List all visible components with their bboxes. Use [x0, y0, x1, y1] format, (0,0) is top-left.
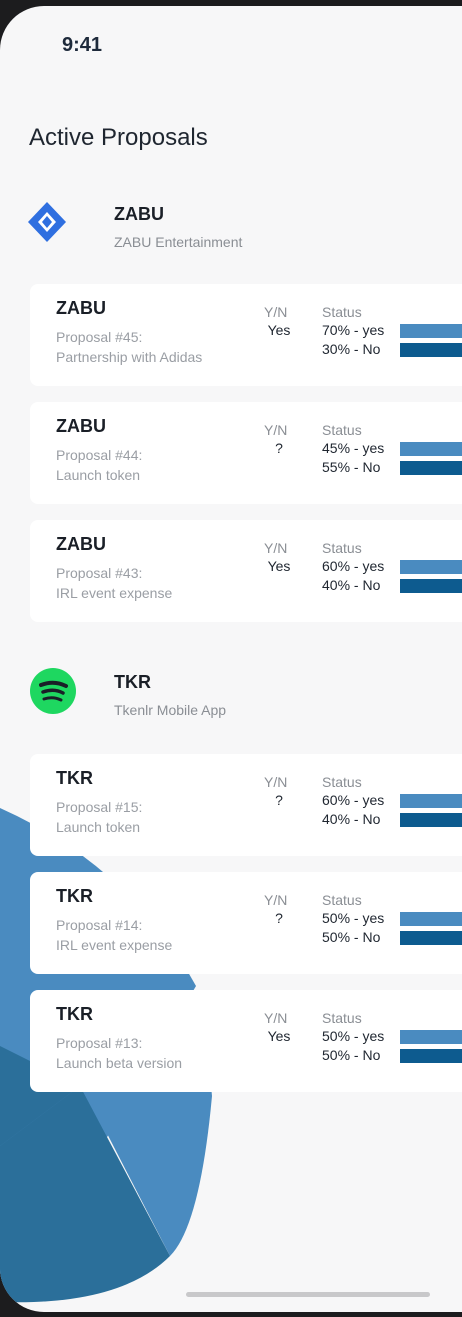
yes-bar — [400, 1030, 462, 1044]
proposal-card[interactable]: TKR Proposal #13: Launch beta version Y/… — [30, 990, 462, 1092]
app-screen: 9:41 Active Proposals ZABU ZABU Entertai… — [0, 6, 462, 1312]
vote-value: ? — [275, 792, 283, 808]
proposal-description: IRL event expense — [56, 937, 173, 953]
proposal-title: ZABU — [56, 534, 106, 554]
yes-percentage: 50% - yes — [322, 1028, 385, 1044]
proposal-card[interactable]: ZABU Proposal #44: Launch token Y/N ? St… — [30, 402, 462, 504]
yes-bar — [400, 442, 462, 456]
proposal-description: Partnership with Adidas — [56, 349, 203, 365]
no-bar — [400, 343, 462, 357]
group-header-tkr[interactable]: TKR Tkenlr Mobile App — [0, 662, 462, 726]
proposal-number: Proposal #15: — [56, 799, 143, 815]
proposal-title: TKR — [56, 886, 93, 906]
group-name: TKR — [114, 672, 151, 692]
status-bar-time: 9:41 — [62, 34, 103, 56]
status-column-header: Status — [322, 774, 362, 790]
vote-value: ? — [275, 440, 283, 456]
proposal-number: Proposal #43: — [56, 565, 143, 581]
vote-column-header: Y/N — [264, 422, 288, 438]
proposal-card[interactable]: ZABU Proposal #45: Partnership with Adid… — [30, 284, 462, 386]
no-bar — [400, 931, 462, 945]
vote-value: ? — [275, 910, 283, 926]
vote-column-header: Y/N — [264, 540, 288, 556]
no-percentage: 40% - No — [322, 811, 381, 827]
status-column-header: Status — [322, 304, 362, 320]
yes-bar — [400, 912, 462, 926]
yes-percentage: 50% - yes — [322, 910, 385, 926]
no-bar — [400, 579, 462, 593]
page-title: Active Proposals — [29, 124, 208, 151]
proposal-description: IRL event expense — [56, 585, 173, 601]
vote-value: Yes — [267, 558, 291, 574]
proposal-number: Proposal #13: — [56, 1035, 143, 1051]
no-bar — [400, 813, 462, 827]
no-percentage: 50% - No — [322, 1047, 381, 1063]
proposal-title: TKR — [56, 768, 93, 788]
no-percentage: 30% - No — [322, 341, 381, 357]
yes-bar — [400, 324, 462, 338]
vote-value: Yes — [267, 322, 291, 338]
vote-column-header: Y/N — [264, 304, 288, 320]
proposal-card[interactable]: ZABU Proposal #43: IRL event expense Y/N… — [30, 520, 462, 622]
home-indicator[interactable] — [186, 1292, 430, 1297]
no-percentage: 55% - No — [322, 459, 381, 475]
yes-percentage: 60% - yes — [322, 792, 385, 808]
group-subtitle: Tkenlr Mobile App — [114, 702, 227, 718]
yes-bar — [400, 794, 462, 808]
proposal-card[interactable]: TKR Proposal #14: IRL event expense Y/N … — [30, 872, 462, 974]
no-percentage: 50% - No — [322, 929, 381, 945]
yes-percentage: 60% - yes — [322, 558, 385, 574]
vote-column-header: Y/N — [264, 892, 288, 908]
proposal-number: Proposal #45: — [56, 329, 143, 345]
proposal-title: TKR — [56, 1004, 93, 1024]
spotify-logo-icon — [30, 668, 76, 714]
vote-value: Yes — [267, 1028, 291, 1044]
no-bar — [400, 461, 462, 475]
proposal-card[interactable]: TKR Proposal #15: Launch token Y/N ? Sta… — [30, 754, 462, 856]
status-column-header: Status — [322, 1010, 362, 1026]
no-bar — [400, 1049, 462, 1063]
proposal-title: ZABU — [56, 416, 106, 436]
group-name: ZABU — [114, 204, 164, 224]
yes-percentage: 45% - yes — [322, 440, 385, 456]
proposal-number: Proposal #44: — [56, 447, 143, 463]
proposal-description: Launch token — [56, 467, 141, 483]
proposal-description: Launch beta version — [56, 1055, 183, 1071]
proposal-description: Launch token — [56, 819, 141, 835]
status-column-header: Status — [322, 540, 362, 556]
no-percentage: 40% - No — [322, 577, 381, 593]
zabu-diamond-logo-icon — [28, 202, 66, 242]
yes-percentage: 70% - yes — [322, 322, 385, 338]
vote-column-header: Y/N — [264, 1010, 288, 1026]
proposal-title: ZABU — [56, 298, 106, 318]
proposal-number: Proposal #14: — [56, 917, 143, 933]
phone-frame: 9:41 Active Proposals ZABU ZABU Entertai… — [0, 0, 462, 1317]
status-column-header: Status — [322, 422, 362, 438]
group-subtitle: ZABU Entertainment — [114, 234, 243, 250]
vote-column-header: Y/N — [264, 774, 288, 790]
yes-bar — [400, 560, 462, 574]
status-column-header: Status — [322, 892, 362, 908]
group-header-zabu[interactable]: ZABU ZABU Entertainment — [0, 196, 462, 260]
